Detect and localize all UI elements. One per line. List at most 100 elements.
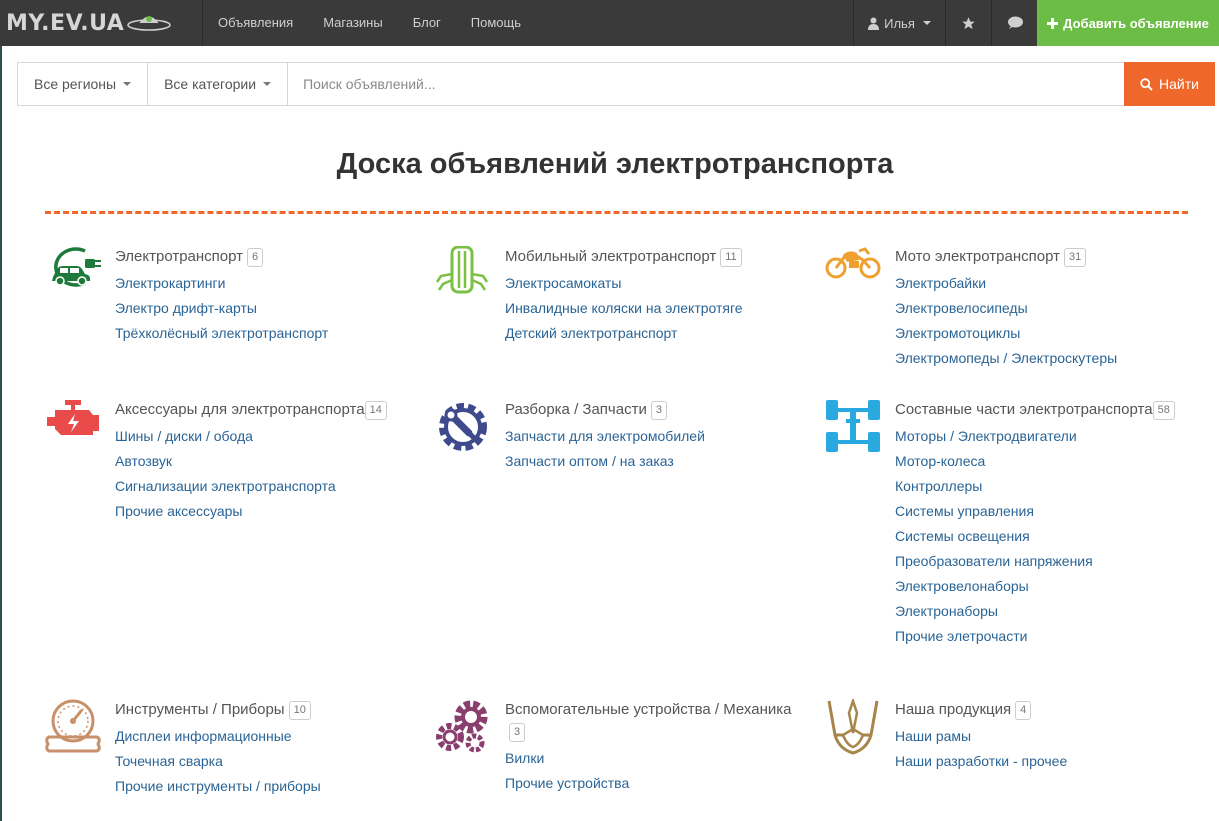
subcategory-link[interactable]: Электрокартинги: [115, 271, 415, 296]
subcategory-link[interactable]: Шины / диски / обода: [115, 424, 415, 449]
top-navbar: MY.EV.UA Объявления Магазины Блог Помощь…: [0, 0, 1219, 46]
count-badge: 14: [364, 401, 387, 420]
gears-icon: [435, 699, 493, 757]
subcategory-link[interactable]: Детский электротранспорт: [505, 321, 805, 346]
star-icon: [962, 16, 975, 29]
subcategory-link[interactable]: Прочие аксессуары: [115, 499, 415, 524]
search-input[interactable]: [288, 63, 1124, 105]
subcategory-link[interactable]: Точечная сварка: [115, 749, 415, 774]
add-listing-label: Добавить объявление: [1063, 15, 1209, 31]
category-title[interactable]: Инструменты / Приборы 10: [115, 699, 415, 721]
count-badge: 58: [1152, 401, 1175, 420]
subcategory-link[interactable]: Наши рамы: [895, 724, 1195, 749]
user-icon: [868, 17, 880, 30]
subcategory-link[interactable]: Вилки: [505, 746, 805, 771]
subcategory-link[interactable]: Электронаборы: [895, 599, 1195, 624]
nav-link-help[interactable]: Помощь: [456, 0, 536, 46]
subcategory-link[interactable]: Прочие устройства: [505, 771, 805, 796]
count-badge: 6: [247, 248, 264, 267]
subcategory-link[interactable]: Системы освещения: [895, 524, 1195, 549]
chevron-down-icon: [922, 21, 931, 25]
gauge-icon: [45, 699, 103, 757]
subcategory-link[interactable]: Сигнализации электротранспорта: [115, 474, 415, 499]
count-badge: 3: [509, 723, 526, 742]
user-name: Илья: [884, 15, 915, 31]
nav-link-shops[interactable]: Магазины: [308, 0, 398, 46]
search-button-label: Найти: [1159, 76, 1199, 92]
add-listing-button[interactable]: Добавить объявление: [1037, 0, 1219, 46]
brand-text: MY.EV.UA: [6, 10, 125, 36]
subcategory-link[interactable]: Автозвук: [115, 449, 415, 474]
subcategory-link[interactable]: Электромотоциклы: [895, 321, 1195, 346]
category-title[interactable]: Разборка / Запчасти 3: [505, 399, 805, 421]
subcategory-link[interactable]: Мотор-колеса: [895, 449, 1195, 474]
favorites-button[interactable]: [945, 0, 991, 46]
category-title-text: Аксессуары для электротранспорта: [115, 401, 365, 418]
chat-bubble-icon: [1007, 16, 1023, 29]
chevron-down-icon: [263, 82, 272, 86]
subcategory-link[interactable]: Трёхколёсный электротранспорт: [115, 321, 415, 346]
category-title-text: Разборка / Запчасти: [505, 401, 647, 418]
subcategory-link[interactable]: Запчасти для электромобилей: [505, 424, 805, 449]
search-button[interactable]: Найти: [1124, 62, 1215, 106]
category-title-text: Мото электротранспорт: [895, 248, 1060, 265]
subcategory-link[interactable]: Моторы / Электродвигатели: [895, 424, 1195, 449]
region-select-value: Все регионы: [34, 76, 117, 92]
trident-icon: [825, 697, 883, 757]
category-title[interactable]: Мото электротранспорт 31: [895, 246, 1195, 268]
category-select[interactable]: Все категории: [148, 63, 289, 105]
electric-car-icon: [45, 246, 103, 304]
subcategory-link[interactable]: Электросамокаты: [505, 271, 805, 296]
subcategory-link[interactable]: Контроллеры: [895, 474, 1195, 499]
category-title-text: Составные части электротранспорта: [895, 401, 1153, 418]
subcategory-link[interactable]: Прочие инструменты / приборы: [115, 774, 415, 799]
search-bar: Все регионы Все категории Найти: [17, 62, 1215, 106]
subcategory-link[interactable]: Электро дрифт-карты: [115, 296, 415, 321]
ufo-icon: [127, 16, 172, 31]
count-badge: 4: [1015, 701, 1032, 720]
category-select-value: Все категории: [164, 76, 257, 92]
subcategory-link[interactable]: Электровелонаборы: [895, 574, 1195, 599]
count-badge: 10: [288, 701, 311, 720]
page-title: Доска объявлений электротранспорта: [336, 148, 894, 180]
subcategory-link[interactable]: Электромопеды / Электроскутеры: [895, 346, 1195, 371]
category-title[interactable]: Мобильный электротранспорт 11: [505, 246, 805, 268]
subcategory-link[interactable]: Инвалидные коляски на электротяге: [505, 296, 805, 321]
category-title-text: Мобильный электротранспорт: [505, 248, 717, 265]
scooter-icon: [435, 245, 493, 304]
chevron-down-icon: [123, 82, 132, 86]
category-title-text: Электротранспорт: [115, 248, 244, 265]
subcategory-link[interactable]: Наши разработки - прочее: [895, 749, 1195, 774]
category-title[interactable]: Составные части электротранспорта 58: [895, 399, 1195, 421]
category-title-text: Вспомогательные устройства / Механика: [505, 701, 792, 718]
category-title[interactable]: Вспомогательные устройства / Механика 3: [505, 699, 805, 743]
engine-icon: [45, 399, 103, 457]
subcategory-link[interactable]: Системы управления: [895, 499, 1195, 524]
category-title[interactable]: Электротранспорт 6: [115, 246, 415, 268]
wrench-gear-icon: [435, 399, 493, 457]
subcategory-link[interactable]: Запчасти оптом / на заказ: [505, 449, 805, 474]
category-title-text: Инструменты / Приборы: [115, 701, 285, 718]
subcategory-link[interactable]: Электробайки: [895, 271, 1195, 296]
count-badge: 31: [1063, 248, 1087, 267]
nav-link-blog[interactable]: Блог: [398, 0, 456, 46]
motorcycle-icon: [825, 246, 883, 304]
subcategory-link[interactable]: Электровелосипеды: [895, 296, 1195, 321]
brand-logo[interactable]: MY.EV.UA: [0, 0, 203, 46]
category-title[interactable]: Аксессуары для электротранспорта 14: [115, 399, 415, 421]
dashed-divider: [45, 211, 1188, 214]
messages-button[interactable]: [991, 0, 1037, 46]
nav-link-ads[interactable]: Объявления: [203, 0, 308, 46]
subcategory-link[interactable]: Дисплеи информационные: [115, 724, 415, 749]
search-icon: [1140, 77, 1153, 91]
subcategory-link[interactable]: Преобразователи напряжения: [895, 549, 1195, 574]
count-badge: 11: [720, 248, 742, 267]
category-title-text: Наша продукция: [895, 701, 1012, 718]
user-menu[interactable]: Илья: [853, 0, 945, 46]
plus-icon: [1047, 17, 1059, 29]
subcategory-link[interactable]: Прочие элетрочасти: [895, 624, 1195, 649]
category-title[interactable]: Наша продукция 4: [895, 699, 1195, 721]
count-badge: 3: [650, 401, 667, 420]
region-select[interactable]: Все регионы: [18, 63, 149, 105]
chassis-icon: [825, 399, 883, 457]
